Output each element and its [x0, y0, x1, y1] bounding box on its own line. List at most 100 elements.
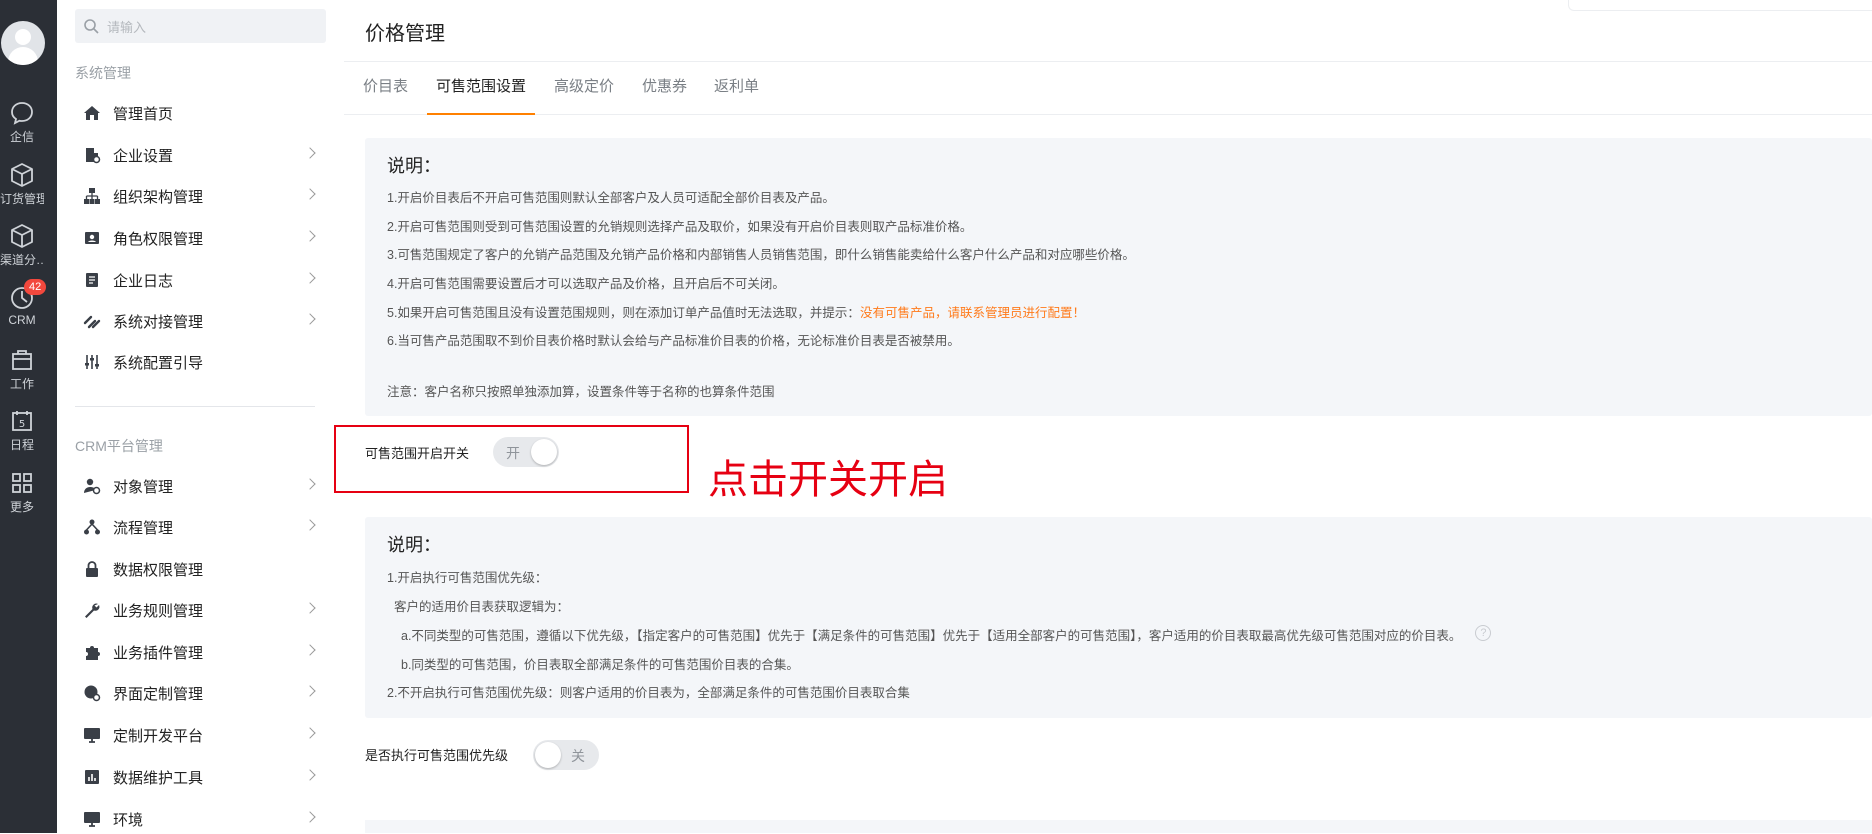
building-icon — [82, 145, 102, 165]
chevron-right-icon — [304, 230, 316, 242]
rail-item-order[interactable]: 订货管理 — [0, 162, 44, 207]
menu-item-config-guide[interactable]: 系统配置引导 — [82, 347, 314, 377]
app-rail: 企信 订货管理 渠道分… 42 CRM 工作 5 日程 更多 — [0, 0, 57, 833]
rail-item-work[interactable]: 工作 — [0, 347, 44, 392]
toggle-knob — [535, 742, 561, 768]
rail-item-schedule[interactable]: 5 日程 — [0, 408, 44, 453]
box-icon — [11, 224, 33, 248]
avatar[interactable] — [1, 21, 45, 65]
menu-item-dev-platform[interactable]: 定制开发平台 — [82, 720, 316, 750]
menu-item-label: 业务插件管理 — [113, 644, 204, 662]
menu-item-label: 环境 — [113, 811, 144, 829]
chevron-right-icon — [304, 272, 316, 284]
menu-item-flows[interactable]: 流程管理 — [82, 512, 316, 542]
menu-item-label: 系统对接管理 — [113, 313, 204, 331]
tab-bar: 价目表 可售范围设置 高级定价 优惠券 返利单 — [344, 62, 1872, 115]
menu-item-business-rules[interactable]: 业务规则管理 — [82, 595, 316, 625]
note-line: a.不同类型的可售范围，遵循以下优先级，【指定客户的可售范围】优先于【满足条件的… — [401, 625, 1492, 644]
rail-label: CRM — [8, 313, 36, 327]
menu-item-roles[interactable]: 角色权限管理 — [82, 223, 316, 253]
menu-item-label: 企业日志 — [113, 272, 174, 290]
search-placeholder: 请输入 — [107, 19, 147, 35]
id-card-icon — [82, 228, 102, 248]
tab-coupons[interactable]: 优惠券 — [642, 62, 687, 115]
menu-item-integration[interactable]: 系统对接管理 — [82, 306, 316, 336]
header-panel — [1568, 0, 1872, 11]
rail-item-channel[interactable]: 渠道分… — [0, 223, 44, 268]
menu-item-home[interactable]: 管理首页 — [82, 98, 314, 128]
menu-item-objects[interactable]: 对象管理 — [82, 471, 316, 501]
note-sales-scope: 说明： 1.开启价目表后不开启可售范围则默认全部客户及人员可适配全部价目表及产品… — [365, 138, 1872, 416]
search-icon — [84, 19, 99, 34]
search-input[interactable]: 请输入 — [75, 9, 326, 43]
note-line: 5.如果开启可售范围且没有设置范围规则，则在添加订单产品值时无法选取，并提示：没… — [387, 302, 1085, 321]
note-title: 说明： — [387, 535, 441, 555]
priority-switch-label: 是否执行可售范围优先级 — [365, 748, 509, 763]
note-line: 6.当可售产品范围取不到价目表价格时默认会给与产品标准价目表的价格，无论标准价目… — [387, 334, 960, 348]
note-line: 3.可售范围规定了客户的允销产品范围及允销产品价格和内部销售人员销售范围，即什么… — [387, 248, 1135, 262]
user-gear-icon — [82, 476, 102, 496]
tab-advanced-pricing[interactable]: 高级定价 — [554, 62, 614, 115]
grid-icon — [12, 473, 32, 493]
chat-icon — [11, 102, 33, 125]
chevron-right-icon — [304, 313, 316, 325]
menu-divider — [75, 406, 315, 407]
chevron-right-icon — [304, 188, 316, 200]
rail-label: 工作 — [9, 377, 34, 391]
toggle-state-text: 关 — [571, 748, 585, 764]
wrench-icon — [82, 600, 102, 620]
menu-item-label: 管理首页 — [113, 105, 174, 123]
chevron-right-icon — [304, 602, 316, 614]
rail-label: 订货管理 — [0, 192, 44, 206]
bar-chart-icon — [82, 767, 102, 787]
chevron-right-icon — [304, 644, 316, 656]
priority-toggle[interactable]: 关 — [533, 740, 599, 770]
annotation-text: 点击开关开启 — [708, 458, 948, 502]
tab-price-list[interactable]: 价目表 — [363, 62, 408, 115]
tab-rebates[interactable]: 返利单 — [714, 62, 759, 115]
chevron-right-icon — [304, 811, 316, 823]
menu-item-environment[interactable]: 环境 — [82, 804, 316, 834]
box-icon — [11, 163, 33, 187]
log-icon — [82, 270, 102, 290]
menu-item-org[interactable]: 组织架构管理 — [82, 181, 316, 211]
menu-item-plugins[interactable]: 业务插件管理 — [82, 637, 316, 667]
note-line-highlight: 没有可售产品，请联系管理员进行配置！ — [859, 306, 1085, 320]
menu-item-ui-custom[interactable]: 界面定制管理 — [82, 678, 316, 708]
tab-sales-scope[interactable]: 可售范围设置 — [427, 62, 536, 115]
main-content: 价格管理 价目表 可售范围设置 高级定价 优惠券 返利单 说明： 1.开启价目表… — [344, 0, 1872, 833]
monitor-icon — [82, 809, 102, 829]
menu-item-label: 数据权限管理 — [113, 561, 204, 579]
menu-item-label: 组织架构管理 — [113, 188, 204, 206]
menu-item-label: 对象管理 — [113, 478, 174, 496]
rail-item-crm[interactable]: 42 CRM — [0, 279, 47, 327]
menu-item-label: 数据维护工具 — [113, 769, 204, 787]
admin-menu: 请输入 系统管理 管理首页 企业设置 组织架构管理 角色权限管理 企业日志 系统… — [57, 0, 398, 834]
rail-label: 渠道分… — [0, 253, 44, 267]
menu-item-data-permissions[interactable]: 数据权限管理 — [82, 554, 314, 584]
menu-item-label: 定制开发平台 — [113, 727, 204, 745]
briefcase-icon — [12, 350, 32, 370]
menu-item-label: 界面定制管理 — [113, 685, 204, 703]
calendar-icon: 5 — [12, 411, 32, 431]
rail-label: 企信 — [9, 130, 34, 144]
next-panel — [365, 820, 1872, 833]
lock-icon — [82, 559, 102, 579]
rail-item-qixin[interactable]: 企信 — [0, 100, 44, 145]
menu-item-company-settings[interactable]: 企业设置 — [82, 140, 316, 170]
chevron-right-icon — [304, 147, 316, 159]
menu-item-logs[interactable]: 企业日志 — [82, 265, 316, 295]
menu-item-data-tools[interactable]: 数据维护工具 — [82, 762, 316, 792]
menu-item-label: 流程管理 — [113, 519, 174, 537]
palette-icon — [82, 683, 102, 703]
note-line: b.同类型的可售范围，价目表取全部满足条件的可售范围价目表的合集。 — [401, 658, 799, 672]
help-icon[interactable]: ? — [1475, 625, 1492, 641]
rail-item-more[interactable]: 更多 — [0, 470, 44, 515]
menu-item-label: 系统配置引导 — [113, 354, 204, 372]
rail-label: 日程 — [9, 438, 34, 452]
note-line-text: a.不同类型的可售范围，遵循以下优先级，【指定客户的可售范围】优先于【满足条件的… — [401, 629, 1462, 643]
flow-icon — [82, 517, 102, 537]
chevron-right-icon — [304, 478, 316, 490]
page-title: 价格管理 — [365, 23, 445, 45]
note-line: 1.开启价目表后不开启可售范围则默认全部客户及人员可适配全部价目表及产品。 — [387, 191, 835, 205]
